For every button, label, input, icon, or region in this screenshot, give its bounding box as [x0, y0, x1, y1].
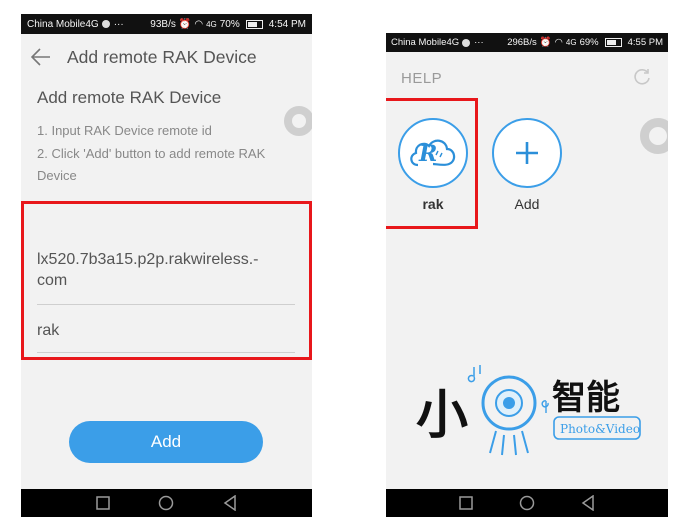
- triangle-back-icon[interactable]: [220, 493, 240, 513]
- logo-text-side: 智能: [552, 378, 620, 418]
- wifi-icon: ◠: [554, 37, 563, 48]
- notification-icon: [462, 38, 471, 47]
- battery-percent: 69%: [579, 37, 599, 48]
- page-title: Add remote RAK Device: [67, 46, 257, 67]
- floating-ring-icon: [284, 106, 312, 136]
- highlight-box: [21, 201, 312, 360]
- app-logo: 小 智能 Photo&Video: [416, 365, 641, 456]
- square-recent-icon[interactable]: [456, 493, 476, 513]
- circle-home-icon[interactable]: [517, 493, 537, 513]
- notification-icon: [101, 20, 110, 28]
- floating-ring-icon: [640, 118, 668, 154]
- carrier-label: China Mobile4G: [391, 37, 460, 48]
- app-bar: Add remote RAK Device: [21, 34, 312, 80]
- more-icon: ···: [113, 18, 124, 30]
- instructions: 1. Input RAK Device remote id 2. Click '…: [37, 120, 307, 188]
- triangle-back-icon[interactable]: [578, 493, 598, 513]
- arrow-left-icon[interactable]: [31, 46, 53, 68]
- add-label: Add: [514, 196, 540, 212]
- square-recent-icon[interactable]: [93, 493, 113, 513]
- status-bar: China Mobile4G ··· 296B/s ⏰ ◠ 4G 69% 4:5…: [386, 33, 668, 52]
- battery-percent: 70%: [219, 18, 240, 30]
- net-speed: 296B/s: [507, 37, 537, 48]
- battery-icon: [245, 19, 263, 29]
- circle-home-icon[interactable]: [156, 493, 176, 513]
- system-nav-bar: [21, 489, 312, 517]
- add-device-button[interactable]: Add: [489, 118, 565, 212]
- wifi-icon: ◠: [194, 18, 204, 30]
- system-nav-bar: [386, 489, 668, 517]
- logo-text-main: 小: [416, 386, 468, 446]
- more-icon: ···: [474, 37, 484, 48]
- clock: 4:54 PM: [268, 18, 306, 30]
- signal-icon: 4G: [206, 19, 217, 29]
- plus-icon: [492, 118, 562, 188]
- add-button[interactable]: Add: [69, 421, 263, 463]
- signal-icon: 4G: [565, 38, 577, 47]
- section-title: Add remote RAK Device: [37, 88, 222, 107]
- battery-icon: [604, 38, 622, 47]
- left-phone-screen: China Mobile4G ··· 93B/s ⏰ ◠ 4G 70% 4:54…: [21, 14, 312, 517]
- net-speed: 93B/s: [150, 18, 176, 30]
- clock: 4:55 PM: [627, 37, 663, 48]
- alarm-icon: ⏰: [178, 18, 192, 30]
- instruction-step-1: 1. Input RAK Device remote id: [37, 123, 212, 138]
- refresh-icon[interactable]: [632, 67, 652, 87]
- alarm-icon: ⏰: [539, 37, 552, 48]
- status-bar: China Mobile4G ··· 93B/s ⏰ ◠ 4G 70% 4:54…: [21, 14, 312, 34]
- logo-badge: Photo&Video: [560, 422, 640, 436]
- help-link[interactable]: HELP: [401, 70, 442, 87]
- instruction-step-2: 2. Click 'Add' button to add remote RAK …: [37, 145, 266, 184]
- carrier-label: China Mobile4G: [27, 18, 99, 30]
- highlight-box: [386, 98, 478, 229]
- right-phone-screen: China Mobile4G ··· 296B/s ⏰ ◠ 4G 69% 4:5…: [386, 33, 668, 517]
